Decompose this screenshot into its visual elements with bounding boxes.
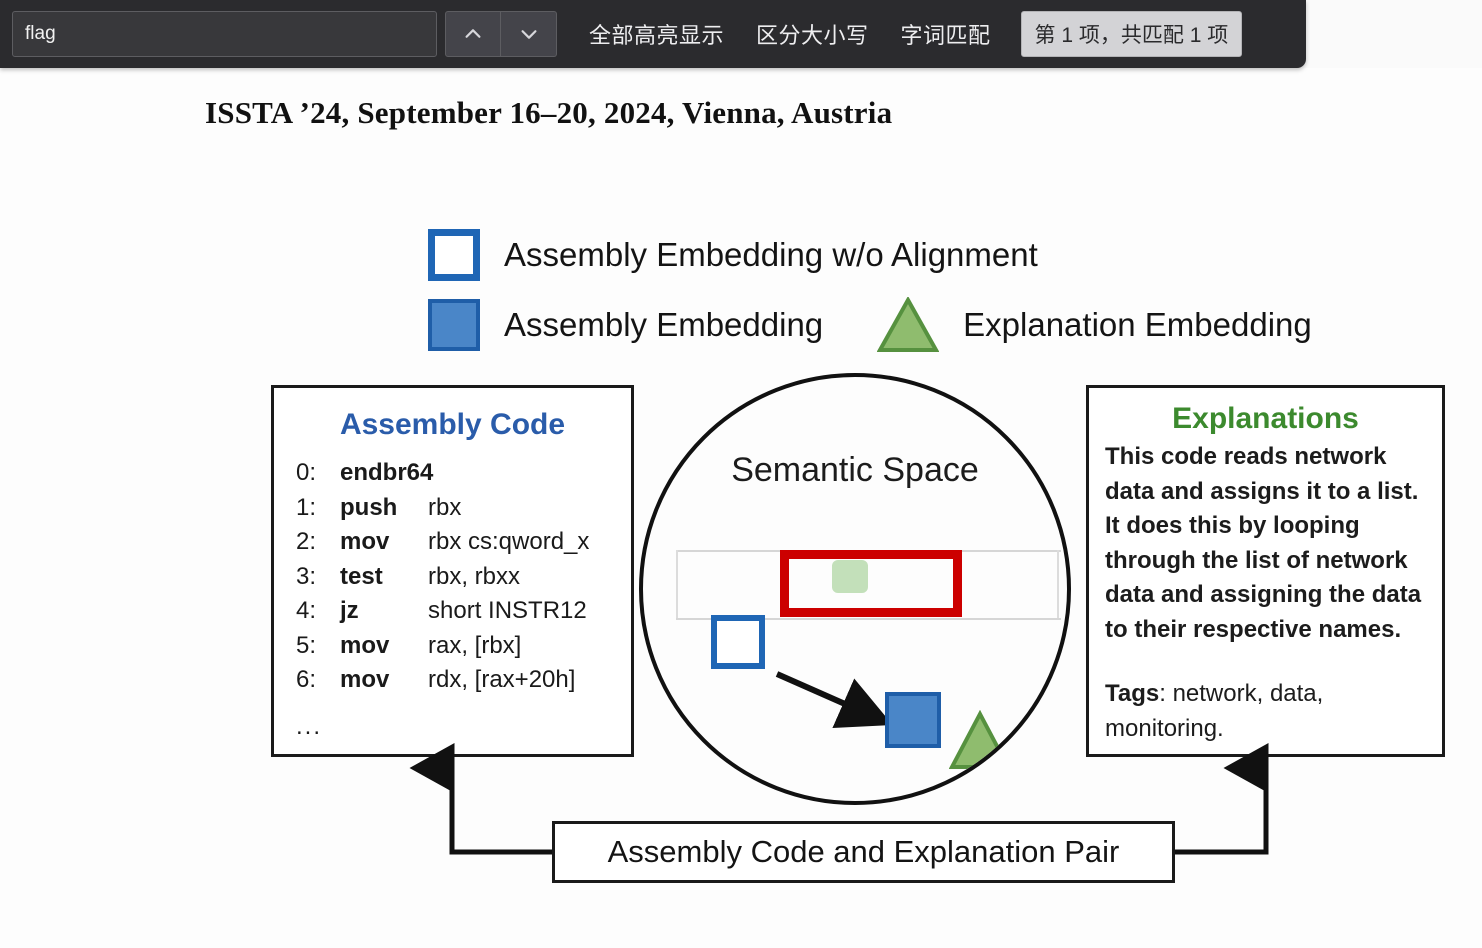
assembly-line: 3: test rbx, rbxx [296,560,631,595]
find-match-status: 第 1 项，共匹配 1 项 [1020,11,1243,57]
assembly-line: 2: mov rbx cs:qword_x [296,525,631,560]
connector-to-assembly-panel [409,743,552,855]
line-mnemonic: endbr64 [340,459,434,486]
solid-blue-square-icon [428,299,480,351]
line-operands: rdx, [rax+20h] [428,666,576,693]
highlight-all-toggle[interactable]: 全部高亮显示 [589,18,724,50]
page-running-header: ISSTA ’24, September 16–20, 2024, Vienna… [205,95,893,130]
find-previous-button[interactable] [445,11,501,57]
find-nav-group [445,11,557,57]
legend-item-aligned: Assembly Embedding Explanation Embedding [428,290,1312,360]
line-mnemonic: mov [340,666,390,693]
pair-box-label: Assembly Code and Explanation Pair [607,834,1120,869]
line-operands: rbx, rbxx [428,562,521,590]
legend-item-unaligned: Assembly Embedding w/o Alignment [428,220,1312,290]
explanation-tags: Tags: network, data, monitoring. [1105,677,1426,746]
line-index: 1: [296,493,317,521]
explanation-text: This code reads network data and assigns… [1105,443,1422,643]
line-mnemonic: test [340,562,383,590]
explanations-panel-title: Explanations [1172,402,1359,435]
assembly-code-panel: Assembly Code 0: endbr64 1: push rbx 2: … [271,385,634,757]
line-operands: rbx cs:qword_x [428,528,590,555]
line-index: 5: [296,631,317,659]
assembly-line: 4: jz short INSTR12 [296,594,631,629]
legend-label: Assembly Embedding [504,306,824,343]
line-index: 3: [296,562,317,590]
line-mnemonic: mov [340,528,390,555]
legend-label: Assembly Embedding w/o Alignment [504,236,1038,273]
chevron-up-icon [462,23,484,45]
match-case-toggle[interactable]: 区分大小写 [756,18,869,50]
green-triangle-icon [877,297,940,353]
line-operands: short INSTR12 [428,597,587,624]
line-index: 4: [296,597,317,624]
current-match-outline [780,550,962,617]
explanations-panel: Explanations This code reads network dat… [1086,385,1445,757]
chevron-down-icon [518,23,540,45]
assembly-line: 5: mov rax, [rbx] [296,629,631,664]
line-mnemonic: jz [340,597,359,624]
line-index: 0: [296,459,317,486]
legend-label: Explanation Embedding [963,306,1312,343]
line-mnemonic: push [340,493,398,521]
explanation-embedding-marker [948,709,1012,777]
find-bar: 全部高亮显示 区分大小写 字词匹配 第 1 项，共匹配 1 项 [0,0,1306,68]
line-index: 2: [296,528,317,555]
assembly-panel-title: Assembly Code [339,408,566,441]
line-operands: rbx [428,493,462,521]
assembly-line: 6: mov rdx, [rax+20h] [296,663,631,698]
pdf-page: ISSTA ’24, September 16–20, 2024, Vienna… [0,68,1482,948]
pair-box: Assembly Code and Explanation Pair [552,821,1175,883]
connector-to-explanations-panel [1175,743,1269,855]
find-next-button[interactable] [501,11,557,57]
figure-legend: Assembly Embedding w/o Alignment Assembl… [428,220,1312,360]
line-operands: rax, [rbx] [428,631,522,659]
assembly-truncation-ellipsis: ... [296,712,323,740]
assembly-line: 1: push rbx [296,491,631,526]
assembly-embedding-aligned-marker [885,692,941,748]
tags-label: Tags [1105,680,1160,707]
assembly-line: 0: endbr64 [296,456,631,491]
line-index: 6: [296,666,317,693]
line-mnemonic: mov [340,631,390,659]
hollow-blue-square-icon [428,229,480,281]
search-input[interactable] [12,11,437,57]
assembly-code-listing: 0: endbr64 1: push rbx 2: mov rbx cs:qwo… [296,456,631,744]
match-whole-word-toggle[interactable]: 字词匹配 [901,18,991,50]
